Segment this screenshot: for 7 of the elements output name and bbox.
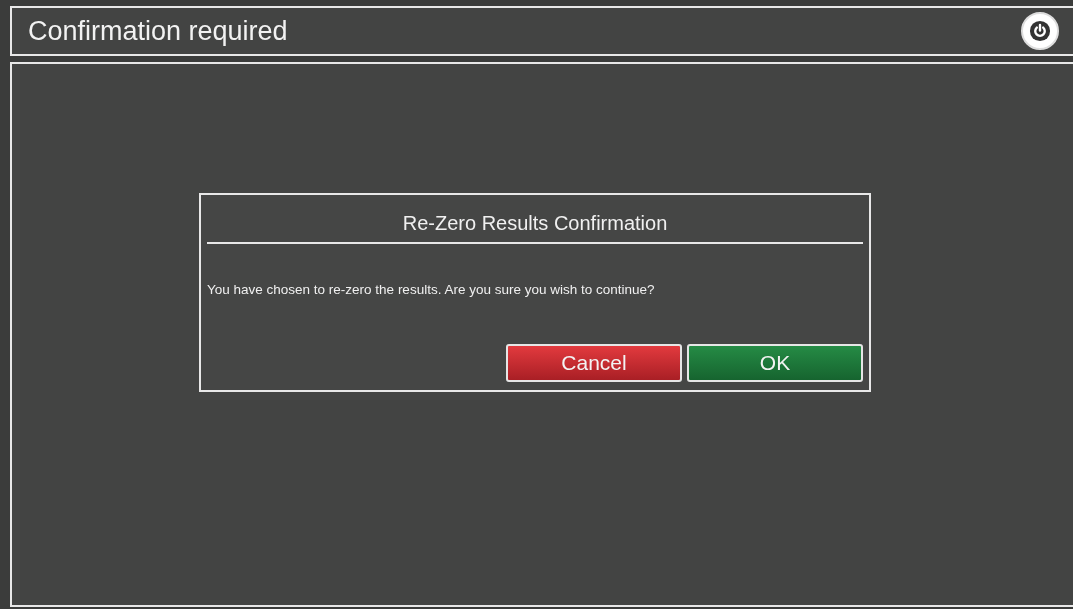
dialog-title: Re-Zero Results Confirmation	[207, 195, 863, 244]
page-title: Confirmation required	[28, 15, 288, 47]
cancel-button[interactable]: Cancel	[506, 344, 682, 382]
ok-button[interactable]: OK	[687, 344, 863, 382]
power-button[interactable]	[1021, 12, 1059, 50]
power-icon	[1029, 20, 1051, 42]
dialog-message: You have chosen to re-zero the results. Are you sure you wish to continue?	[207, 282, 656, 297]
